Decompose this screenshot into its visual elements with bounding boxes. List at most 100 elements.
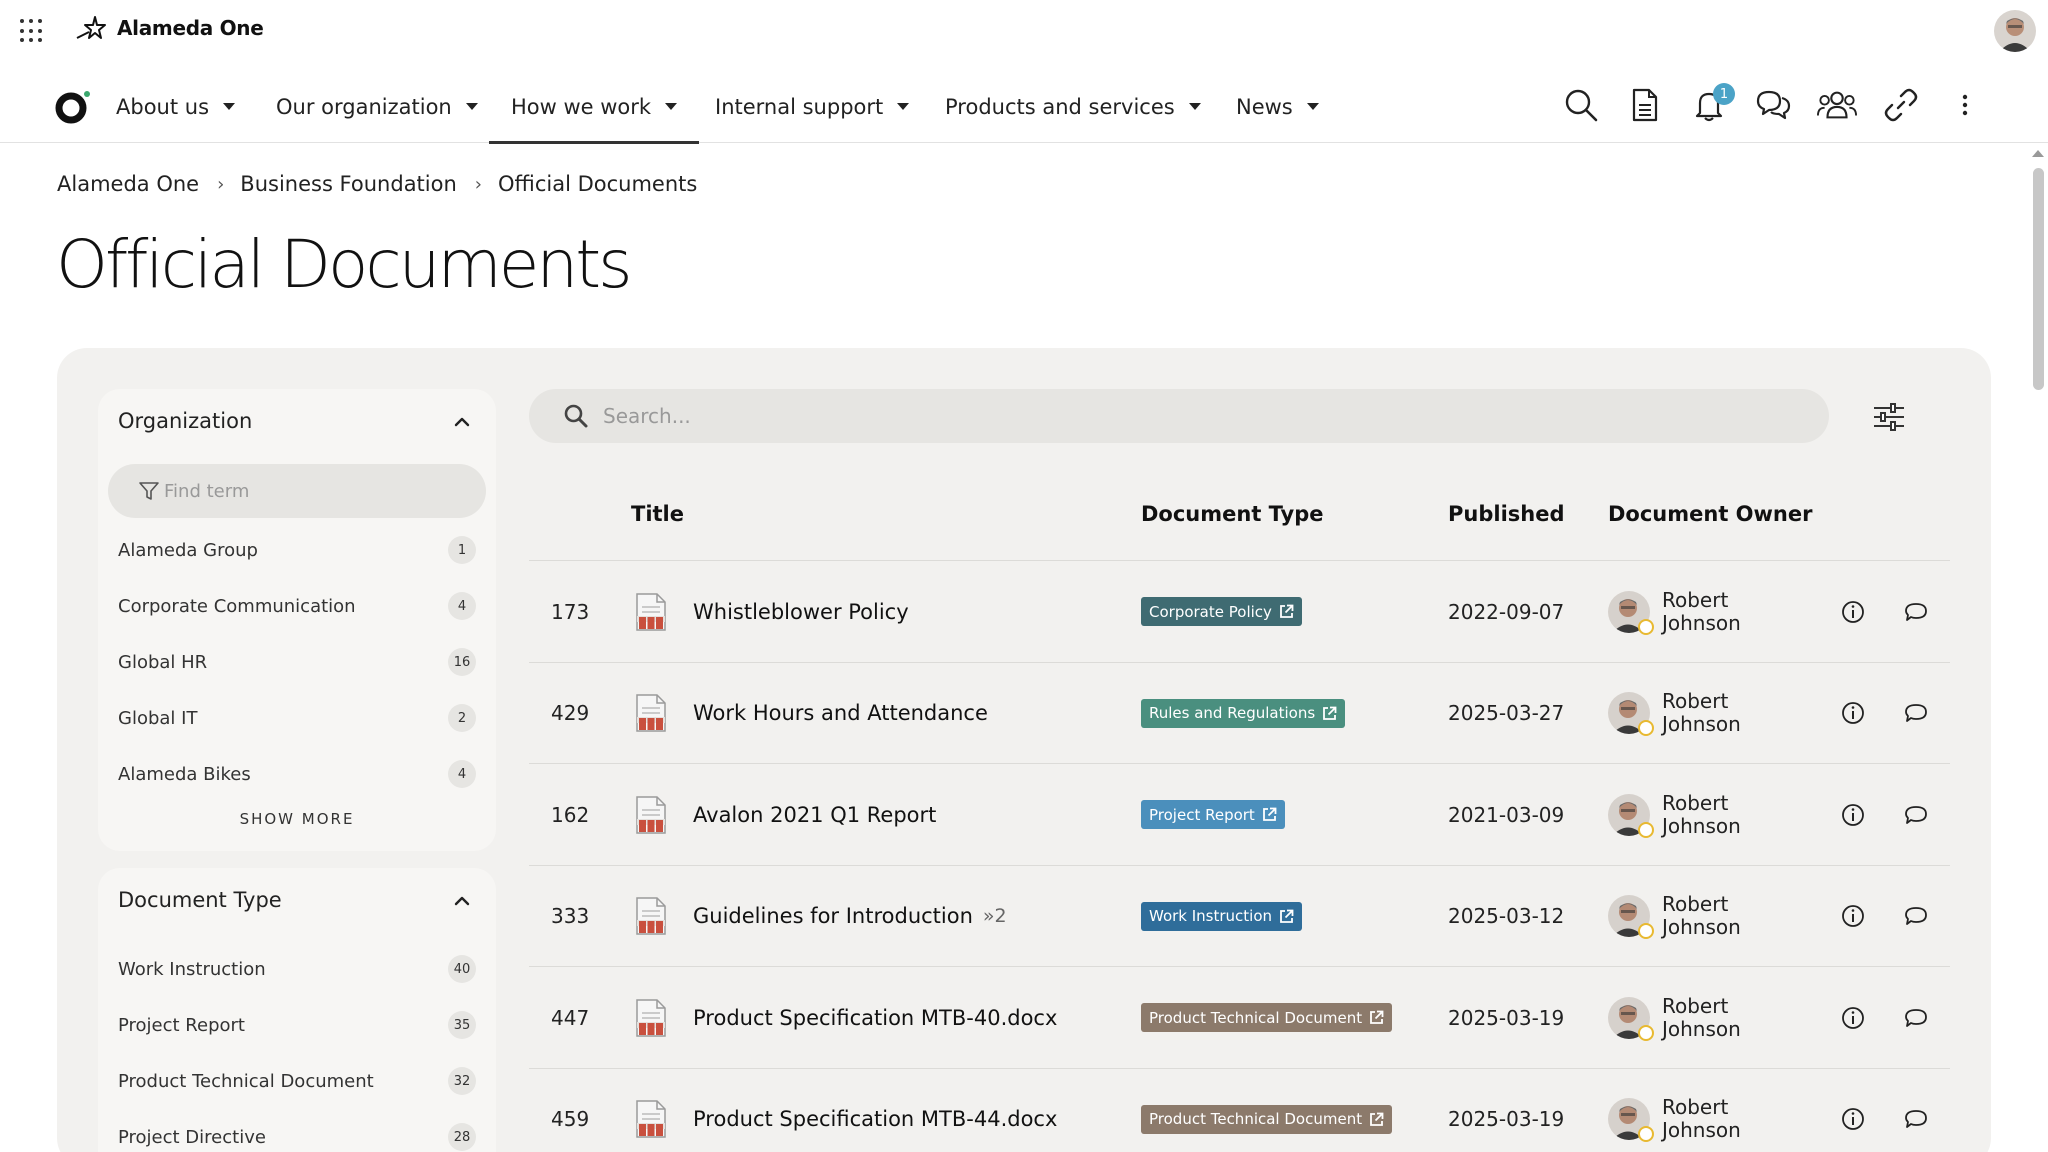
table-row[interactable]: 333 Guidelines for Introduction »2 Work Ins… bbox=[529, 864, 1950, 967]
facet-item[interactable]: Work Instruction 40 bbox=[118, 954, 476, 984]
chevron-up-icon[interactable] bbox=[454, 417, 470, 427]
scroll-up-arrow-icon[interactable] bbox=[2032, 150, 2044, 157]
document-type-tag[interactable]: Product Technical Document bbox=[1141, 1069, 1393, 1152]
published-date: 2025-03-19 bbox=[1448, 1005, 1565, 1030]
search-input[interactable]: Search... bbox=[529, 389, 1829, 443]
document-type-tag[interactable]: Rules and Regulations bbox=[1141, 663, 1346, 764]
document-type-label: Product Technical Document bbox=[1149, 1008, 1363, 1027]
document-title-link[interactable]: Whistleblower Policy bbox=[693, 561, 919, 662]
link-icon[interactable] bbox=[1881, 85, 1921, 125]
nav-news[interactable]: News bbox=[1236, 70, 1319, 143]
facet-heading: Document Type bbox=[118, 888, 282, 912]
external-link-icon bbox=[1369, 1112, 1384, 1127]
breadcrumb-item[interactable]: Business Foundation bbox=[240, 172, 457, 196]
info-icon[interactable] bbox=[1841, 764, 1865, 865]
info-icon[interactable] bbox=[1841, 561, 1865, 662]
external-link-icon bbox=[1262, 807, 1277, 822]
document-owner[interactable]: Robert Johnson bbox=[1608, 663, 1782, 764]
facet-item[interactable]: Project Directive 28 bbox=[118, 1122, 476, 1152]
comment-icon[interactable] bbox=[1904, 1069, 1928, 1152]
info-icon[interactable] bbox=[1841, 967, 1865, 1068]
column-header-title[interactable]: Title bbox=[631, 502, 684, 526]
facet-item[interactable]: Corporate Communication 4 bbox=[118, 591, 476, 621]
breadcrumb: Alameda One › Business Foundation › Offi… bbox=[57, 172, 697, 196]
facet-item[interactable]: Alameda Group 1 bbox=[118, 535, 476, 565]
nav-our-organization[interactable]: Our organization bbox=[276, 70, 478, 143]
document-title-link[interactable]: Guidelines for Introduction »2 bbox=[693, 866, 1007, 967]
table-row[interactable]: 447 Product Specification MTB-40.docx Prod… bbox=[529, 966, 1950, 1067]
document-title-link[interactable]: Product Specification MTB-44.docx bbox=[693, 1069, 1067, 1152]
show-more-button[interactable]: SHOW MORE bbox=[98, 810, 496, 828]
facet-organization: Organization Find term Alameda Group 1 C… bbox=[98, 389, 496, 851]
home-logo-icon[interactable] bbox=[54, 86, 94, 126]
comment-icon[interactable] bbox=[1904, 866, 1928, 967]
document-owner[interactable]: Robert Johnson bbox=[1608, 967, 1782, 1068]
table-row[interactable]: 162 Avalon 2021 Q1 Report Project Report 20… bbox=[529, 763, 1950, 864]
document-type-tag[interactable]: Work Instruction bbox=[1141, 866, 1303, 967]
more-vertical-icon[interactable] bbox=[1945, 85, 1985, 125]
search-icon bbox=[564, 404, 588, 428]
document-title-link[interactable]: Avalon 2021 Q1 Report bbox=[693, 764, 946, 865]
nav-products-and-services[interactable]: Products and services bbox=[945, 70, 1201, 143]
breadcrumb-item[interactable]: Alameda One bbox=[57, 172, 199, 196]
document-icon[interactable] bbox=[1625, 85, 1665, 125]
facet-item-label: Global HR bbox=[118, 651, 208, 673]
column-header-document-owner[interactable]: Document Owner bbox=[1608, 502, 1812, 526]
facet-item[interactable]: Product Technical Document 32 bbox=[118, 1066, 476, 1096]
facet-item[interactable]: Project Report 35 bbox=[118, 1010, 476, 1040]
bell-icon[interactable]: 1 bbox=[1689, 83, 1735, 125]
presence-status-icon bbox=[1638, 821, 1654, 838]
document-type-tag[interactable]: Product Technical Document bbox=[1141, 967, 1393, 1068]
table-row[interactable]: 429 Work Hours and Attendance Rules and Re… bbox=[529, 661, 1950, 764]
filter-settings-icon[interactable] bbox=[1872, 400, 1906, 434]
facet-item[interactable]: Alameda Bikes 4 bbox=[118, 759, 476, 789]
people-icon[interactable] bbox=[1817, 85, 1857, 125]
info-icon[interactable] bbox=[1841, 663, 1865, 764]
search-icon[interactable] bbox=[1561, 85, 1601, 125]
facet-item[interactable]: Global IT 2 bbox=[118, 703, 476, 733]
document-title-link[interactable]: Work Hours and Attendance bbox=[693, 663, 998, 764]
owner-name: Robert Johnson bbox=[1662, 892, 1741, 939]
breadcrumb-item-current[interactable]: Official Documents bbox=[498, 172, 697, 196]
document-type-tag[interactable]: Corporate Policy bbox=[1141, 561, 1302, 662]
app-launcher-icon[interactable] bbox=[20, 19, 44, 43]
comment-icon[interactable] bbox=[1904, 764, 1928, 865]
column-header-published[interactable]: Published bbox=[1448, 502, 1565, 526]
find-term-input[interactable]: Find term bbox=[108, 464, 486, 518]
caret-down-icon bbox=[223, 103, 236, 110]
document-owner[interactable]: Robert Johnson bbox=[1608, 561, 1782, 662]
chat-icon[interactable] bbox=[1753, 85, 1793, 125]
info-icon[interactable] bbox=[1841, 866, 1865, 967]
nav-about-us[interactable]: About us bbox=[116, 70, 236, 143]
page-title: Official Documents bbox=[56, 226, 632, 303]
nav-internal-support[interactable]: Internal support bbox=[715, 70, 910, 143]
facet-item-count: 4 bbox=[448, 592, 476, 620]
chevron-up-icon[interactable] bbox=[454, 896, 470, 906]
document-owner[interactable]: Robert Johnson bbox=[1608, 1069, 1782, 1152]
document-title: Work Hours and Attendance bbox=[693, 701, 988, 725]
scrollbar-thumb[interactable] bbox=[2033, 168, 2044, 390]
document-owner[interactable]: Robert Johnson bbox=[1608, 866, 1782, 967]
table-row[interactable]: 173 Whistleblower Policy Corporate Policy 2… bbox=[529, 560, 1950, 661]
comment-icon[interactable] bbox=[1904, 561, 1928, 662]
column-header-document-type[interactable]: Document Type bbox=[1141, 502, 1323, 526]
presence-status-icon bbox=[1638, 1126, 1654, 1142]
comment-icon[interactable] bbox=[1904, 663, 1928, 764]
facet-item-count: 40 bbox=[448, 955, 476, 983]
info-icon[interactable] bbox=[1841, 1069, 1865, 1152]
document-type-tag[interactable]: Project Report bbox=[1141, 764, 1285, 865]
comment-icon[interactable] bbox=[1904, 967, 1928, 1068]
facet-document-type: Document Type Work Instruction 40 Projec… bbox=[98, 868, 496, 1152]
document-title-link[interactable]: Product Specification MTB-40.docx bbox=[693, 967, 1067, 1068]
word-document-icon bbox=[635, 1069, 667, 1152]
facet-item[interactable]: Global HR 16 bbox=[118, 647, 476, 677]
user-avatar[interactable] bbox=[1994, 10, 2036, 52]
document-owner[interactable]: Robert Johnson bbox=[1608, 764, 1782, 865]
nav-label: How we work bbox=[511, 94, 652, 119]
caret-down-icon bbox=[897, 103, 910, 110]
owner-avatar bbox=[1608, 1098, 1654, 1142]
version-count: »2 bbox=[982, 905, 1007, 927]
brand-logo[interactable]: Alameda One bbox=[75, 14, 264, 42]
nav-how-we-work[interactable]: How we work bbox=[488, 70, 700, 144]
table-row[interactable]: 459 Product Specification MTB-44.docx Prod… bbox=[529, 1067, 1950, 1152]
